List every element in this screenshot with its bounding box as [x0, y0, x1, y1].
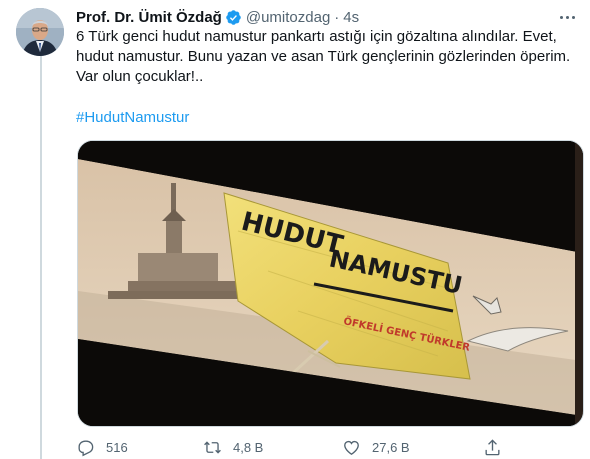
author-handle[interactable]: @umitozdag — [246, 9, 330, 26]
avatar[interactable] — [16, 8, 64, 56]
tweet-actions: 516 4,8 B 27,6 B — [76, 436, 506, 458]
retweet-icon — [204, 440, 221, 454]
author-name[interactable]: Prof. Dr. Ümit Özdağ — [76, 9, 222, 26]
more-icon — [559, 15, 563, 19]
photo-banner-on-bridge: HUDUT NAMUSTU ÖFKELİ GENÇ TÜRKLER — [78, 141, 583, 426]
more-options-button[interactable] — [554, 6, 580, 28]
tweet-timestamp[interactable]: 4s — [343, 9, 359, 26]
tweet-photo[interactable]: HUDUT NAMUSTU ÖFKELİ GENÇ TÜRKLER — [77, 140, 584, 427]
avatar-image — [16, 8, 64, 56]
share-button[interactable] — [483, 436, 502, 458]
like-count: 27,6 B — [372, 439, 410, 455]
reply-icon — [78, 439, 94, 456]
heart-icon — [344, 440, 359, 455]
retweet-button[interactable]: 4,8 B — [203, 436, 263, 458]
like-button[interactable]: 27,6 B — [342, 436, 410, 458]
reply-count: 516 — [106, 439, 128, 455]
separator-dot: · — [334, 8, 340, 26]
retweet-count: 4,8 B — [233, 439, 264, 455]
verified-badge-icon — [226, 9, 241, 25]
reply-button[interactable]: 516 — [76, 436, 128, 458]
tweet-text-line: Var olun çocuklar!.. — [76, 68, 204, 85]
hashtag-link[interactable]: #HudutNamustur — [76, 108, 189, 128]
tweet-text-line: 6 Türk genci hudut namustur pankartı ast… — [76, 28, 557, 45]
share-icon — [485, 438, 500, 455]
tweet-text: 6 Türk genci hudut namustur pankartı ast… — [76, 27, 576, 87]
tweet-text-line: hudut namustur. Bunu yazan ve asan Türk … — [76, 48, 571, 65]
tweet-header: Prof. Dr. Ümit Özdağ @umitozdag · 4s — [76, 6, 359, 28]
thread-line — [40, 52, 42, 459]
